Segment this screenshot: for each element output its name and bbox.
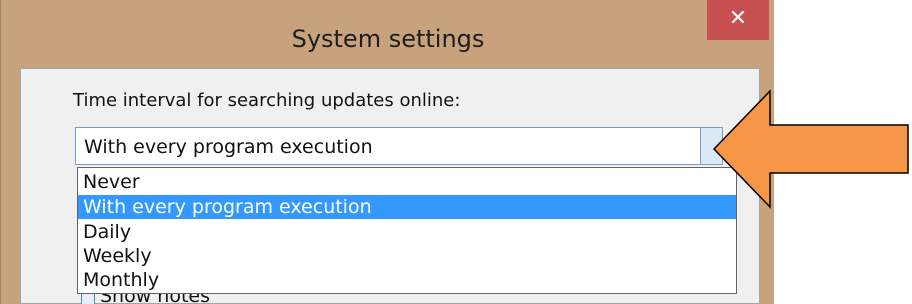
- left-arrow-icon: [712, 89, 909, 209]
- annotation-arrow-shape: [712, 89, 909, 209]
- option-never[interactable]: Never: [78, 170, 736, 194]
- option-weekly[interactable]: Weekly: [78, 244, 736, 268]
- close-icon: ✕: [728, 6, 748, 31]
- update-interval-dropdown-list: Never With every program execution Daily…: [77, 167, 737, 294]
- update-interval-combobox[interactable]: With every program execution: [75, 127, 723, 165]
- update-interval-label: Time interval for searching updates onli…: [73, 90, 461, 111]
- system-settings-window: System settings ✕ Time interval for sear…: [0, 0, 774, 304]
- combobox-selected-value: With every program execution: [84, 136, 373, 158]
- window-title: System settings: [291, 25, 485, 53]
- option-daily[interactable]: Daily: [78, 220, 736, 244]
- screenshot-stage: System settings ✕ Time interval for sear…: [0, 0, 912, 304]
- title-bar[interactable]: System settings ✕: [1, 0, 775, 70]
- option-every-program-execution[interactable]: With every program execution: [78, 195, 736, 219]
- close-button[interactable]: ✕: [707, 0, 769, 40]
- option-monthly[interactable]: Monthly: [78, 268, 736, 292]
